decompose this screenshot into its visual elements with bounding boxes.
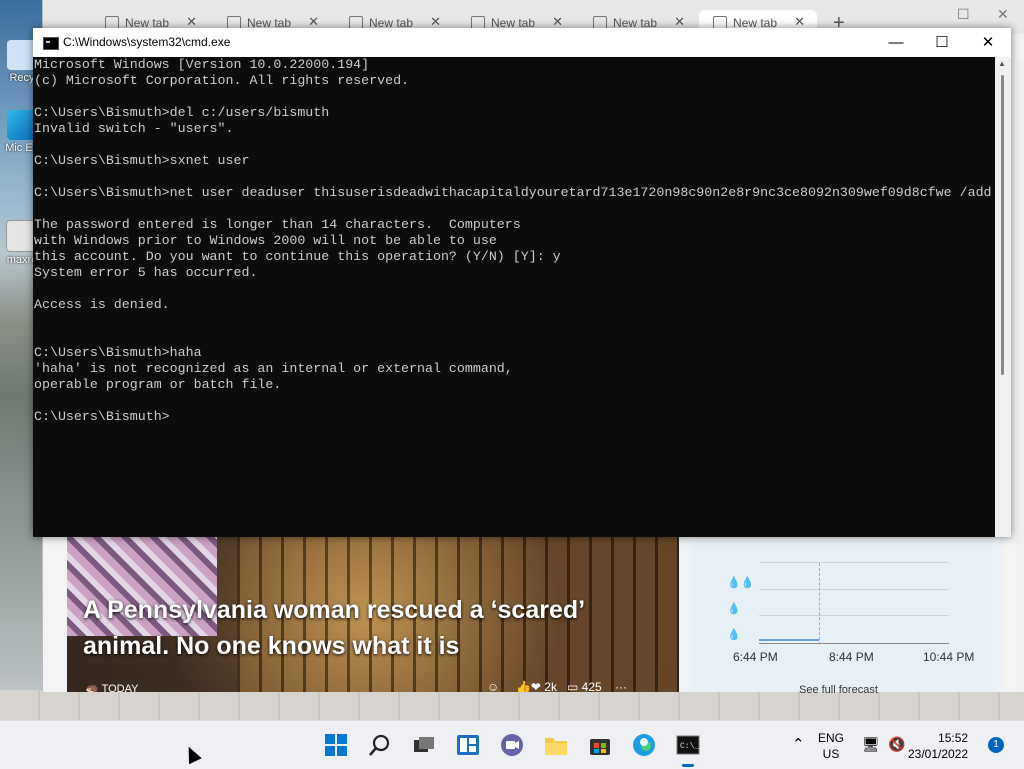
precip-line — [759, 639, 819, 641]
console-text: Microsoft Windows [Version 10.0.22000.19… — [34, 57, 992, 424]
close-button[interactable]: ✕ — [965, 28, 1011, 57]
news-actions: ☺ 👍❤ 2k ▭ 425 ··· — [487, 680, 627, 692]
clock-date: 23/01/2022 — [908, 747, 969, 761]
weather-time-3: 10:44 PM — [923, 650, 975, 664]
react-icon[interactable]: ☺ — [487, 680, 499, 692]
maximize-button[interactable]: ☐ — [919, 28, 965, 57]
more-options-icon[interactable]: ··· — [615, 680, 627, 692]
news-card[interactable]: A Pennsylvania woman rescued a ‘scared’ … — [67, 536, 679, 692]
taskbar: C:\_ ⌃ ENG US 🖥 🔇 15:52 23/01/2022 1 — [0, 720, 1024, 769]
task-view-icon[interactable] — [410, 731, 438, 759]
network-icon[interactable]: 🖥 — [862, 736, 880, 753]
weather-divider — [819, 563, 820, 645]
cmd-titlebar[interactable]: C:\Windows\system32\cmd.exe — ☐ ✕ — [33, 28, 1011, 57]
chat-icon[interactable] — [498, 731, 526, 759]
store-icon[interactable] — [586, 731, 614, 759]
svg-text:C:\_: C:\_ — [680, 742, 699, 751]
search-icon[interactable] — [366, 731, 394, 759]
weather-time-2: 8:44 PM — [829, 650, 874, 664]
browser-scrollbar[interactable] — [1016, 60, 1024, 690]
clock[interactable]: 15:52 23/01/2022 — [908, 730, 968, 762]
widgets-icon[interactable] — [454, 731, 482, 759]
browser-maximize-icon[interactable]: ☐ — [957, 6, 970, 23]
weather-time-1: 6:44 PM — [733, 650, 778, 664]
volume-muted-icon[interactable]: 🔇 — [888, 736, 905, 753]
notification-badge[interactable]: 1 — [988, 737, 1004, 753]
scroll-up-icon[interactable]: ▲ — [998, 59, 1006, 68]
weather-gridline — [759, 615, 949, 616]
comment-icon[interactable]: ▭ — [567, 680, 578, 692]
rain-drops-icon: 💧💧 💧 💧 — [727, 577, 755, 641]
start-icon[interactable] — [322, 731, 350, 759]
comments-count: 425 — [581, 680, 602, 692]
weather-baseline — [759, 643, 949, 644]
terminal-icon[interactable]: C:\_ — [674, 731, 702, 767]
minimize-button[interactable]: — — [873, 28, 919, 57]
clock-time: 15:52 — [938, 731, 969, 745]
source-logo-icon: 🦔 — [85, 683, 99, 692]
weather-gridline — [759, 589, 949, 590]
news-feed: A Pennsylvania woman rescued a ‘scared’ … — [67, 536, 1003, 696]
scroll-thumb[interactable] — [1001, 75, 1004, 375]
cmd-app-icon — [43, 37, 59, 50]
likes-icon[interactable]: 👍❤ — [516, 680, 541, 692]
cmd-title: C:\Windows\system32\cmd.exe — [63, 35, 231, 49]
see-full-forecast-link[interactable]: See full forecast — [799, 684, 878, 696]
news-headline[interactable]: A Pennsylvania woman rescued a ‘scared’ … — [83, 592, 643, 664]
file-explorer-icon[interactable] — [542, 731, 570, 759]
edge-icon[interactable] — [630, 731, 658, 759]
show-hidden-icons-chevron-icon[interactable]: ⌃ — [792, 735, 805, 753]
weather-chart — [759, 562, 949, 645]
weather-card[interactable]: 💧💧 💧 💧 6:44 PM 8:44 PM 10:44 PM See full f… — [691, 540, 993, 696]
cmd-window[interactable]: C:\Windows\system32\cmd.exe — ☐ ✕ Micros… — [33, 28, 1011, 537]
console-scrollbar[interactable]: ▲ — [995, 57, 1011, 537]
news-source: 🦔 TODAY — [85, 682, 138, 692]
likes-count: 2k — [544, 680, 557, 692]
language-indicator[interactable]: ENG US — [818, 730, 844, 762]
console-output[interactable]: Microsoft Windows [Version 10.0.22000.19… — [33, 57, 995, 537]
browser-close-icon[interactable]: ✕ — [997, 6, 1009, 23]
